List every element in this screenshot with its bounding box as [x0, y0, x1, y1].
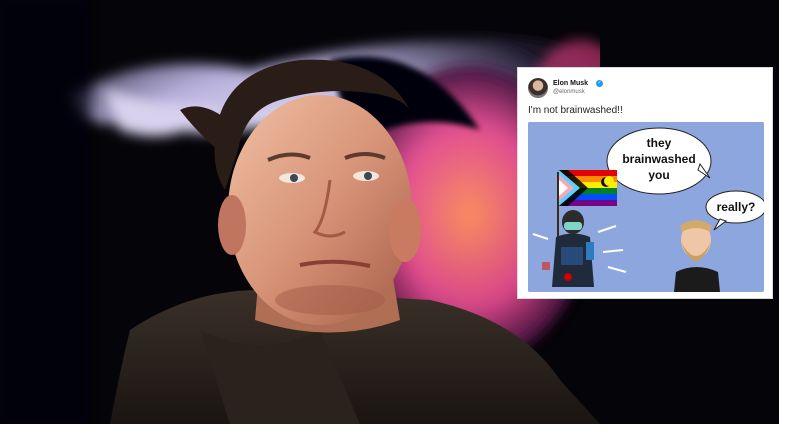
tweet-screenshot: Elon Musk ✓ @elonmusk I'm not brainwashe…	[517, 67, 773, 299]
author-handle: @elonmusk	[553, 89, 585, 95]
verified-badge-icon: ✓	[596, 80, 603, 87]
bubble-line-2: brainwashed	[622, 152, 695, 166]
image-stage: Elon Musk ✓ @elonmusk I'm not brainwashe…	[0, 0, 786, 433]
pride-flag-icon	[559, 170, 617, 206]
meme-image: they brainwashed you really?	[528, 122, 764, 292]
meme-illustration: they brainwashed you really?	[528, 122, 764, 292]
bubble-line-1: they	[647, 136, 672, 150]
bubble-really: really?	[717, 200, 756, 214]
tweet-text: I'm not brainwashed!!	[528, 105, 623, 116]
bubble-line-3: you	[648, 168, 669, 182]
bottom-border	[0, 424, 786, 433]
author-avatar	[528, 78, 548, 98]
tweet-header: Elon Musk ✓ @elonmusk	[528, 78, 764, 100]
author-name: Elon Musk	[553, 80, 589, 87]
right-border	[779, 0, 786, 433]
